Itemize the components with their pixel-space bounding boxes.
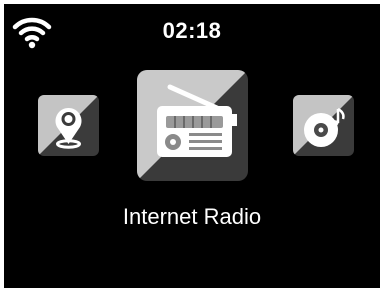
- clock-time: 02:18: [162, 18, 222, 43]
- selected-item-label: Internet Radio: [122, 204, 262, 229]
- music-disc-icon: [293, 95, 354, 156]
- menu-item-location[interactable]: [38, 95, 99, 156]
- device-screen: 02:18 Internet Radio: [4, 4, 380, 288]
- radio-icon: [137, 70, 248, 181]
- menu-item-internet-radio[interactable]: [137, 70, 248, 181]
- location-pin-icon: [38, 95, 99, 156]
- menu-item-music[interactable]: [293, 95, 354, 156]
